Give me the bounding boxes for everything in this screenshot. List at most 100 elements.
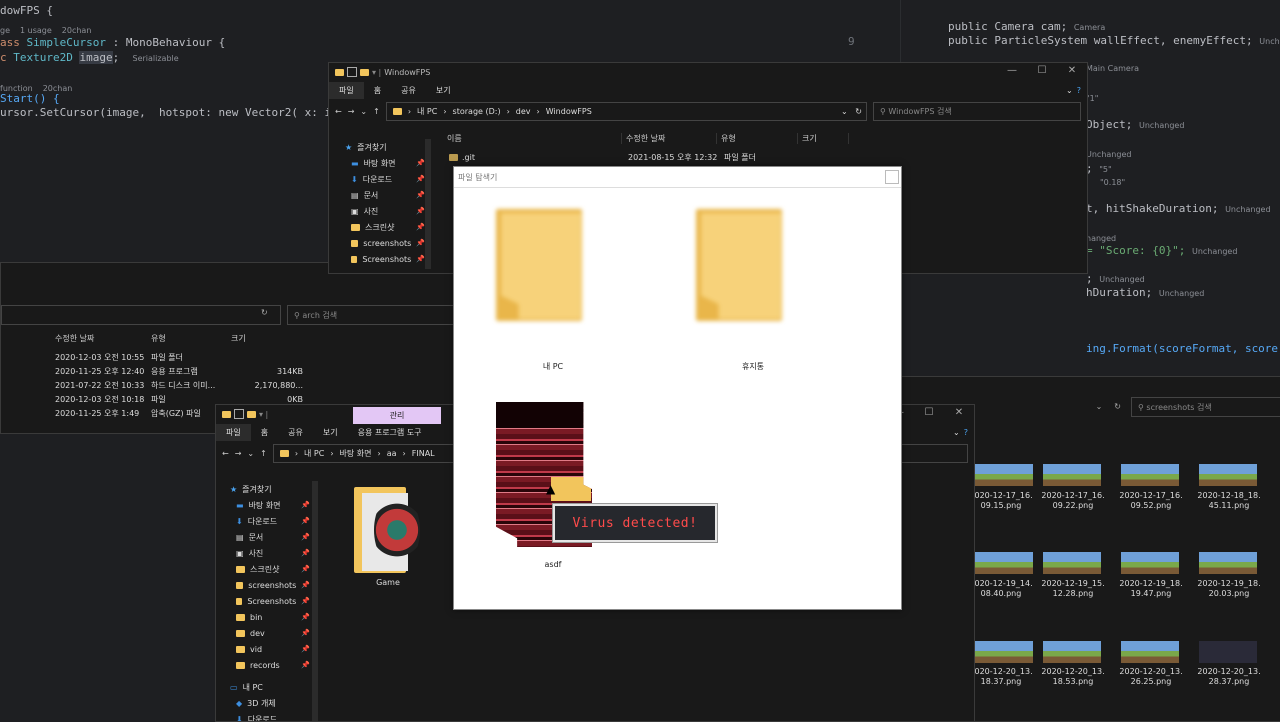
thumbnail[interactable] bbox=[1121, 552, 1179, 574]
item-label-this-pc[interactable]: 내 PC bbox=[493, 361, 613, 372]
sidebar-item-records[interactable]: records📌 bbox=[230, 657, 310, 673]
breadcrumb-item[interactable]: dev bbox=[516, 107, 531, 116]
sidebar-item-screenshots-kr[interactable]: 스크린샷📌 bbox=[230, 561, 310, 577]
maximize-button[interactable]: ☐ bbox=[1027, 63, 1057, 79]
sidebar-item-3d-objects[interactable]: ◆3D 개체 bbox=[230, 695, 310, 711]
breadcrumb[interactable]: › 내 PC› storage (D:)› dev› WindowFPS ⌄ ↻ bbox=[386, 102, 867, 121]
tab-share[interactable]: 공유 bbox=[391, 82, 426, 99]
breadcrumb-item[interactable]: storage (D:) bbox=[453, 107, 501, 116]
minimize-button[interactable]: — bbox=[997, 63, 1027, 79]
column-type[interactable]: 유형 bbox=[151, 333, 231, 344]
tab-share[interactable]: 공유 bbox=[278, 424, 313, 441]
breadcrumb-item[interactable]: 바탕 화면 bbox=[340, 448, 372, 459]
thumbnail[interactable] bbox=[1199, 464, 1257, 486]
sidebar-item-documents[interactable]: ▤문서📌 bbox=[345, 187, 425, 203]
sidebar-item-screenshots[interactable]: screenshots📌 bbox=[230, 577, 310, 593]
sidebar-item-bin[interactable]: bin📌 bbox=[230, 609, 310, 625]
sidebar-item-desktop[interactable]: ▬바탕 화면📌 bbox=[345, 155, 425, 171]
thumbnail[interactable] bbox=[1121, 464, 1179, 486]
sidebar-item-screenshots-kr[interactable]: 스크린샷📌 bbox=[345, 219, 425, 235]
tab-app-tools[interactable]: 응용 프로그램 도구 bbox=[348, 424, 432, 441]
chevron-down-icon[interactable]: ⌄ bbox=[247, 449, 254, 458]
refresh-icon[interactable]: ⌄ ↻ bbox=[841, 107, 866, 116]
thumbnail[interactable] bbox=[1199, 552, 1257, 574]
maximize-button[interactable]: ☐ bbox=[914, 405, 944, 421]
sidebar-item-downloads-pc[interactable]: ⬇다운로드 bbox=[230, 711, 310, 722]
back-arrow-icon[interactable]: ← bbox=[222, 449, 229, 458]
tab-view[interactable]: 보기 bbox=[313, 424, 348, 441]
sidebar-scrollbar[interactable] bbox=[425, 139, 431, 269]
close-button[interactable] bbox=[885, 170, 899, 184]
game-folder[interactable] bbox=[354, 487, 420, 573]
thumbnail[interactable] bbox=[1043, 641, 1101, 663]
sidebar-scrollbar[interactable] bbox=[312, 481, 318, 721]
search-input[interactable]: arch 검색 bbox=[302, 310, 337, 321]
back-arrow-icon[interactable]: ← bbox=[335, 107, 342, 116]
search-input[interactable]: WindowFPS 검색 bbox=[888, 106, 951, 117]
breadcrumb-item[interactable]: WindowFPS bbox=[546, 107, 592, 116]
close-button[interactable]: ✕ bbox=[944, 405, 974, 421]
sidebar-item-desktop[interactable]: ▬바탕 화면📌 bbox=[230, 497, 310, 513]
checkbox-icon[interactable] bbox=[234, 409, 244, 419]
thumbnail[interactable] bbox=[1043, 464, 1101, 486]
thumbnail[interactable] bbox=[975, 641, 1033, 663]
refresh-icon[interactable]: ↻ bbox=[261, 308, 268, 317]
sidebar-item-dev[interactable]: dev📌 bbox=[230, 625, 310, 641]
file-row[interactable]: .git 2021-08-15 오후 12:32 파일 폴더 bbox=[449, 150, 800, 164]
thumbnail[interactable] bbox=[1043, 552, 1101, 574]
sidebar-item-favorites[interactable]: ★즐겨찾기 bbox=[230, 481, 310, 497]
thumbnail[interactable] bbox=[1121, 641, 1179, 663]
thumbnail[interactable] bbox=[975, 464, 1033, 486]
column-type[interactable]: 유형 bbox=[717, 133, 798, 144]
tab-manage[interactable]: 관리 bbox=[353, 407, 441, 424]
tab-file[interactable]: 파일 bbox=[216, 424, 251, 441]
close-button[interactable]: ✕ bbox=[1057, 63, 1087, 79]
breadcrumb-item[interactable]: 내 PC bbox=[304, 448, 324, 459]
folder-icon[interactable] bbox=[696, 205, 786, 323]
folder-icon[interactable] bbox=[496, 205, 586, 323]
file-row[interactable]: 2020-12-03 오전 10:55파일 폴더 bbox=[55, 350, 303, 364]
chevron-down-icon[interactable]: ⌄ bbox=[1096, 402, 1103, 411]
up-arrow-icon[interactable]: ↑ bbox=[260, 449, 267, 458]
sidebar-item-vid[interactable]: vid📌 bbox=[230, 641, 310, 657]
item-label-recycle-bin[interactable]: 휴지통 bbox=[693, 361, 813, 372]
chevron-down-icon[interactable]: ⌄ bbox=[360, 107, 367, 116]
column-date[interactable]: 수정한 날짜 bbox=[55, 333, 151, 344]
item-label-asdf[interactable]: asdf bbox=[493, 560, 613, 569]
checkbox-icon[interactable] bbox=[347, 67, 357, 77]
search-box[interactable]: ⚲ WindowFPS 검색 bbox=[873, 102, 1081, 121]
breadcrumb-item[interactable]: FINAL bbox=[412, 449, 435, 458]
sidebar-item-pictures[interactable]: ▣사진📌 bbox=[345, 203, 425, 219]
expand-ribbon-icon[interactable]: ⌄ bbox=[949, 428, 964, 437]
help-icon[interactable]: ? bbox=[964, 428, 974, 437]
up-arrow-icon[interactable]: ↑ bbox=[373, 107, 380, 116]
sidebar-item-downloads[interactable]: ⬇다운로드📌 bbox=[345, 171, 425, 187]
sidebar-item-favorites[interactable]: ★즐겨찾기 bbox=[345, 139, 425, 155]
forward-arrow-icon[interactable]: → bbox=[235, 449, 242, 458]
thumbnail[interactable] bbox=[1199, 641, 1257, 663]
sidebar-item-screenshots-2[interactable]: Screenshots📌 bbox=[230, 593, 310, 609]
sidebar-item-this-pc[interactable]: ▭내 PC bbox=[230, 679, 310, 695]
tab-home[interactable]: 홈 bbox=[364, 82, 391, 99]
search-input[interactable]: screenshots 검색 bbox=[1146, 402, 1211, 413]
thumbnail[interactable] bbox=[975, 552, 1033, 574]
sidebar-item-documents[interactable]: ▤문서📌 bbox=[230, 529, 310, 545]
help-icon[interactable]: ? bbox=[1077, 86, 1087, 95]
file-row[interactable]: 2020-11-25 오후 12:40응용 프로그램314KB bbox=[55, 364, 303, 378]
column-size[interactable]: 크기 bbox=[798, 133, 849, 144]
tab-view[interactable]: 보기 bbox=[426, 82, 461, 99]
sidebar-item-downloads[interactable]: ⬇다운로드📌 bbox=[230, 513, 310, 529]
sidebar-item-pictures[interactable]: ▣사진📌 bbox=[230, 545, 310, 561]
sidebar-item-screenshots-2[interactable]: Screenshots📌 bbox=[345, 251, 425, 267]
column-date[interactable]: 수정한 날짜 bbox=[622, 133, 717, 144]
sidebar-item-screenshots[interactable]: screenshots📌 bbox=[345, 235, 425, 251]
tab-file[interactable]: 파일 bbox=[329, 82, 364, 99]
expand-ribbon-icon[interactable]: ⌄ bbox=[1062, 86, 1077, 95]
refresh-icon[interactable]: ↻ bbox=[1114, 402, 1121, 411]
forward-arrow-icon[interactable]: → bbox=[348, 107, 355, 116]
column-name[interactable]: 이름 bbox=[447, 133, 622, 144]
tab-home[interactable]: 홈 bbox=[251, 424, 278, 441]
breadcrumb-item[interactable]: 내 PC bbox=[417, 106, 437, 117]
file-row[interactable]: 2021-07-22 오전 10:33하드 디스크 이미...2,170,880… bbox=[55, 378, 303, 392]
column-size[interactable]: 크기 bbox=[231, 333, 291, 344]
